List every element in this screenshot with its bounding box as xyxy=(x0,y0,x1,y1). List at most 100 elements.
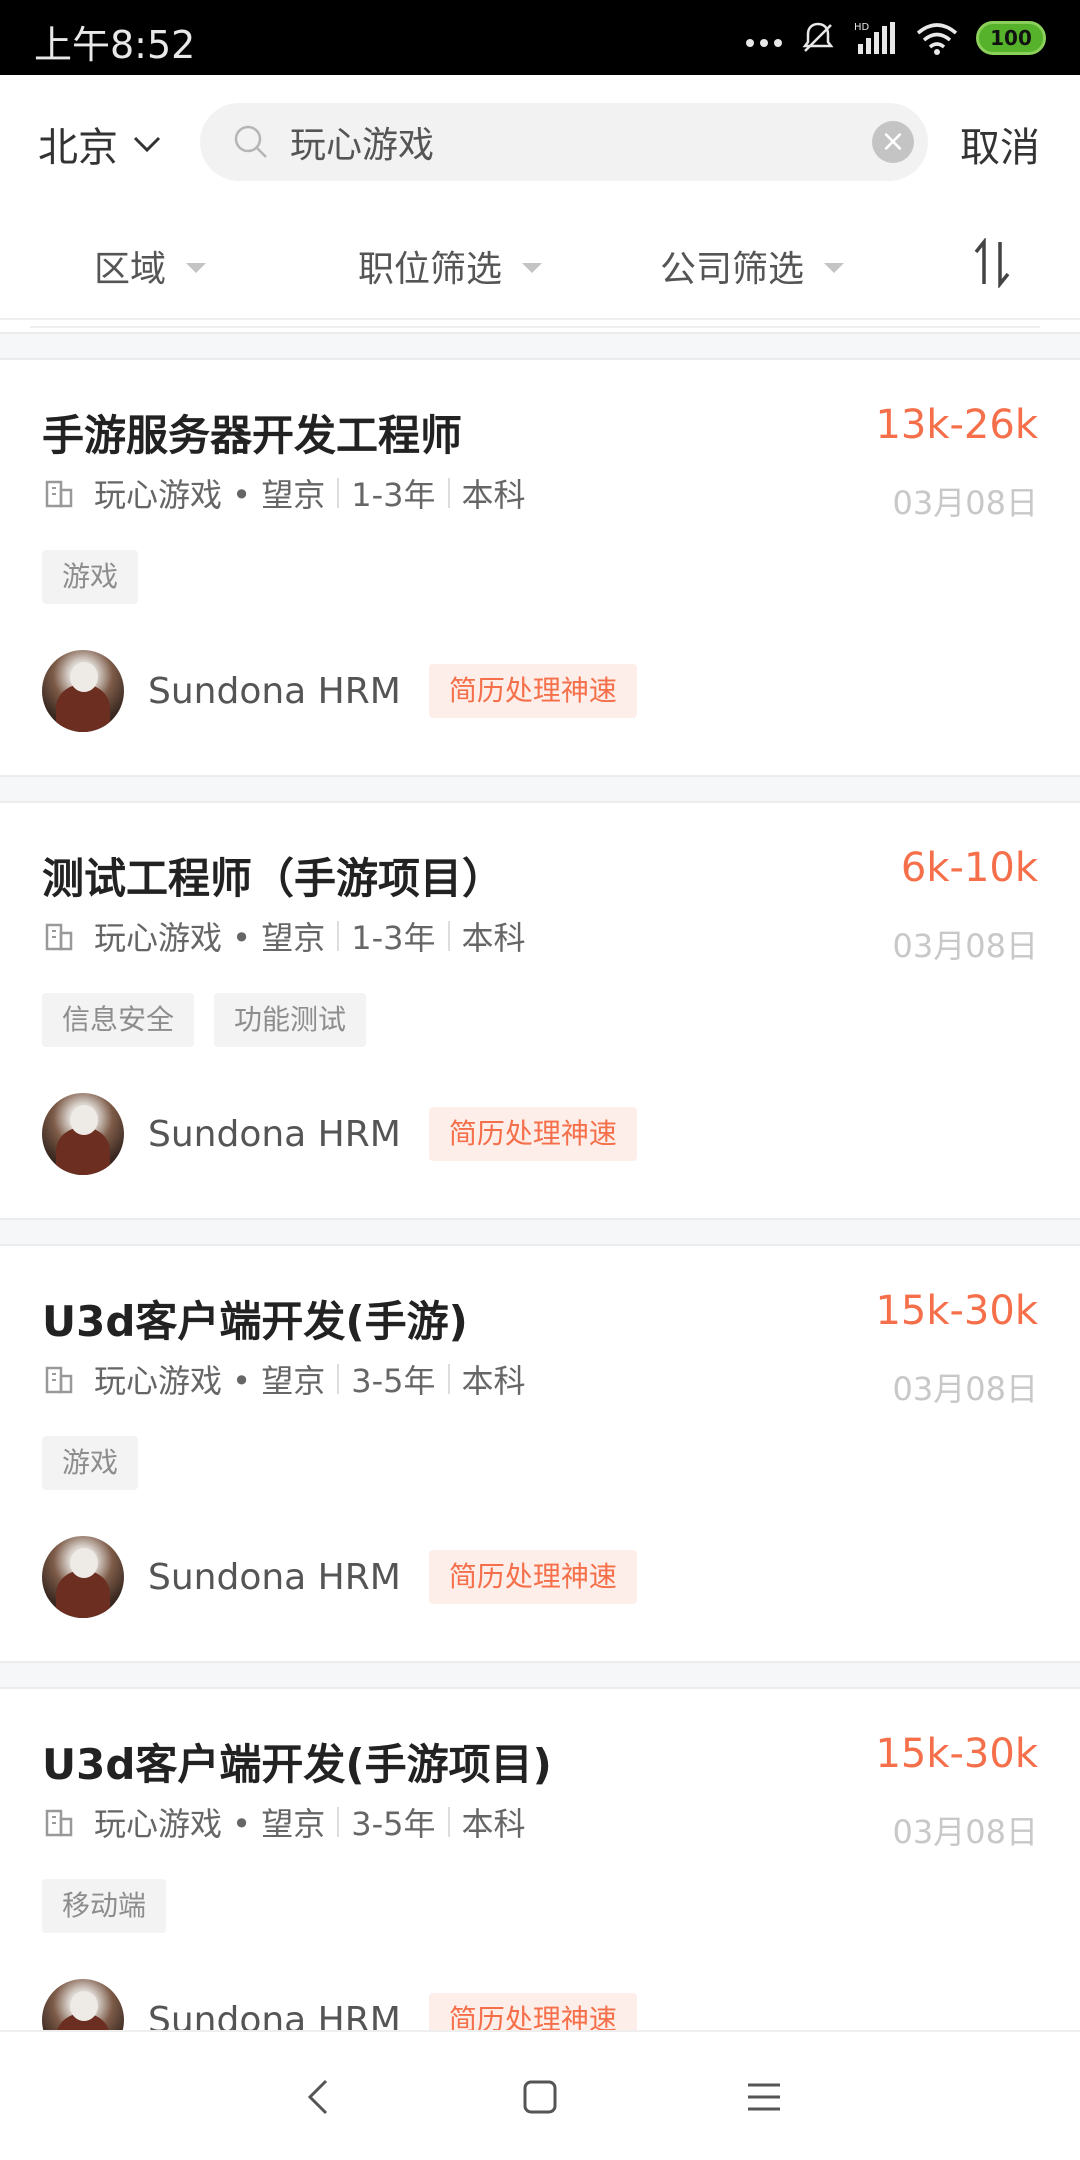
job-tag: 功能测试 xyxy=(214,993,367,1047)
divider xyxy=(30,326,1040,328)
education: 本科 xyxy=(461,476,526,514)
experience: 3-5年 xyxy=(351,1805,436,1843)
job-date: 03月08日 xyxy=(892,484,1038,522)
job-tag: 移动端 xyxy=(42,1879,167,1933)
job-card[interactable]: 测试工程师（手游项目） 6k-10k 玩心游戏 • 望京 1-3年 本科 03月… xyxy=(0,803,1080,1218)
card-separator xyxy=(0,775,1080,803)
company-location: 玩心游戏 • 望京 xyxy=(94,476,326,514)
caret-down-icon xyxy=(824,263,845,273)
job-meta: 玩心游戏 • 望京 1-3年 本科 xyxy=(42,470,526,516)
meta-divider xyxy=(447,478,450,508)
education: 本科 xyxy=(461,1362,526,1400)
experience: 1-3年 xyxy=(351,476,436,514)
avatar xyxy=(42,1536,124,1618)
sort-icon[interactable] xyxy=(970,238,1014,288)
meta-divider xyxy=(447,921,450,951)
clear-search-icon[interactable]: × xyxy=(872,121,914,163)
filter-region[interactable]: 区域 xyxy=(94,240,207,292)
home-icon[interactable] xyxy=(510,2067,570,2127)
job-tags: 移动端 xyxy=(42,1879,167,1933)
menu-icon[interactable] xyxy=(734,2067,794,2127)
meta-divider xyxy=(337,1807,340,1837)
building-icon xyxy=(45,480,73,508)
job-tag: 游戏 xyxy=(42,1436,139,1490)
signal-icon: HD xyxy=(854,22,895,54)
status-bar: 上午8:52 HD 100 xyxy=(0,0,1080,75)
job-list: 手游服务器开发工程师 13k-26k 玩心游戏 • 望京 1-3年 本科 03月… xyxy=(0,332,1080,2104)
filter-position[interactable]: 职位筛选 xyxy=(358,240,543,292)
job-salary: 6k-10k xyxy=(900,845,1038,891)
status-icons: HD 100 xyxy=(746,16,1046,60)
company-location: 玩心游戏 • 望京 xyxy=(94,1805,326,1843)
building-icon xyxy=(45,923,73,951)
avatar xyxy=(42,650,124,732)
job-date: 03月08日 xyxy=(892,1370,1038,1408)
caret-down-icon xyxy=(522,263,543,273)
response-badge: 简历处理神速 xyxy=(428,664,637,718)
company-location: 玩心游戏 • 望京 xyxy=(94,919,326,957)
wifi-icon xyxy=(916,23,958,55)
meta-divider xyxy=(337,921,340,951)
filter-region-label: 区域 xyxy=(94,249,167,290)
building-icon xyxy=(45,1809,73,1837)
job-meta: 玩心游戏 • 望京 3-5年 本科 xyxy=(42,1356,526,1402)
back-icon[interactable] xyxy=(288,2067,348,2127)
job-tags: 游戏 xyxy=(42,1436,139,1490)
job-tags: 信息安全 功能测试 xyxy=(42,993,367,1047)
meta-divider xyxy=(447,1807,450,1837)
job-meta: 玩心游戏 • 望京 1-3年 本科 xyxy=(42,913,526,959)
education: 本科 xyxy=(461,919,526,957)
building-icon xyxy=(45,1366,73,1394)
recruiter-name: Sundona HRM xyxy=(148,670,401,712)
avatar xyxy=(42,1093,124,1175)
card-separator xyxy=(0,332,1080,360)
recruiter-row: Sundona HRM 简历处理神速 xyxy=(42,650,637,732)
city-selector[interactable]: 北京 xyxy=(38,115,162,173)
card-separator xyxy=(0,1218,1080,1246)
job-salary: 13k-26k xyxy=(875,402,1038,448)
job-salary: 15k-30k xyxy=(875,1731,1038,1777)
cancel-button[interactable]: 取消 xyxy=(960,115,1040,173)
job-card[interactable]: U3d客户端开发(手游) 15k-30k 玩心游戏 • 望京 3-5年 本科 0… xyxy=(0,1246,1080,1661)
meta-divider xyxy=(337,1364,340,1394)
search-bar: × xyxy=(200,103,928,181)
company-location: 玩心游戏 • 望京 xyxy=(94,1362,326,1400)
recruiter-row: Sundona HRM 简历处理神速 xyxy=(42,1093,637,1175)
meta-divider xyxy=(447,1364,450,1394)
filter-bar: 区域 职位筛选 公司筛选 xyxy=(0,210,1080,320)
filter-position-label: 职位筛选 xyxy=(358,249,503,290)
search-input[interactable] xyxy=(290,103,850,181)
recruiter-row: Sundona HRM 简历处理神速 xyxy=(42,1536,637,1618)
battery-icon: 100 xyxy=(976,21,1046,55)
job-title: 测试工程师（手游项目） xyxy=(42,854,505,903)
job-title: 手游服务器开发工程师 xyxy=(42,411,463,460)
search-icon xyxy=(234,125,267,158)
status-time: 上午8:52 xyxy=(34,23,196,67)
search-header: 北京 × 取消 xyxy=(0,75,1080,210)
experience: 1-3年 xyxy=(351,919,436,957)
chevron-down-icon xyxy=(133,136,161,153)
job-salary: 15k-30k xyxy=(875,1288,1038,1334)
svg-text:HD: HD xyxy=(854,22,870,33)
education: 本科 xyxy=(461,1805,526,1843)
job-meta: 玩心游戏 • 望京 3-5年 本科 xyxy=(42,1799,526,1845)
response-badge: 简历处理神速 xyxy=(428,1107,637,1161)
more-notifications-icon xyxy=(746,23,782,53)
job-date: 03月08日 xyxy=(892,1813,1038,1851)
job-tag: 信息安全 xyxy=(42,993,195,1047)
job-date: 03月08日 xyxy=(892,927,1038,965)
job-tags: 游戏 xyxy=(42,550,139,604)
filter-company[interactable]: 公司筛选 xyxy=(660,240,845,292)
system-nav-bar xyxy=(0,2030,1080,2160)
mute-bell-icon xyxy=(802,22,834,52)
job-title: U3d客户端开发(手游项目) xyxy=(42,1740,552,1789)
job-card[interactable]: 手游服务器开发工程师 13k-26k 玩心游戏 • 望京 1-3年 本科 03月… xyxy=(0,360,1080,775)
card-separator xyxy=(0,1661,1080,1689)
meta-divider xyxy=(337,478,340,508)
experience: 3-5年 xyxy=(351,1362,436,1400)
job-tag: 游戏 xyxy=(42,550,139,604)
job-title: U3d客户端开发(手游) xyxy=(42,1297,468,1346)
response-badge: 简历处理神速 xyxy=(428,1550,637,1604)
filter-company-label: 公司筛选 xyxy=(660,249,805,290)
caret-down-icon xyxy=(186,263,207,273)
